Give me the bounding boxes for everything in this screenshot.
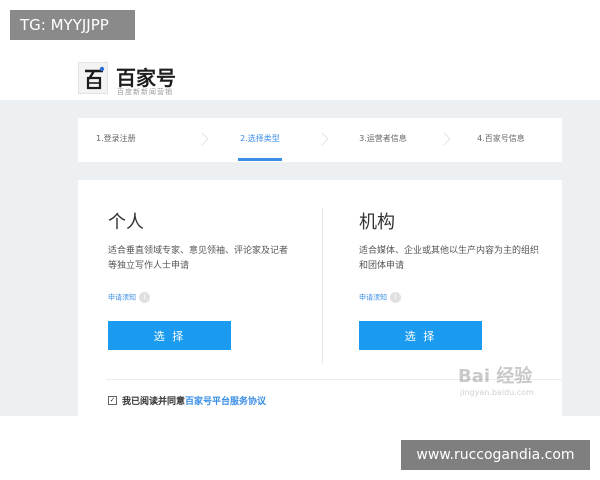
chevron-right-icon: [321, 132, 329, 146]
chevron-right-icon: [443, 132, 451, 146]
agreement-text: 我已阅读并同意: [122, 397, 186, 407]
bottom-tag: www.ruccogandia.com: [401, 440, 590, 470]
apply-note-label[interactable]: 申请须知: [359, 294, 387, 302]
steps-bar: 1.登录注册 2.选择类型 3.运营者信息 4.百家号信息: [78, 118, 562, 162]
agreement-checkbox[interactable]: ✓: [108, 396, 117, 405]
baijiahao-logo-icon: [78, 62, 108, 94]
column-divider: [322, 208, 323, 364]
personal-title: 个人: [108, 212, 144, 233]
apply-note-label[interactable]: 申请须知: [108, 294, 136, 302]
step-4: 4.百家号信息: [477, 134, 525, 143]
info-icon[interactable]: i: [139, 292, 150, 303]
watermark-url: jingyan.baidu.com: [460, 388, 534, 397]
agreement-link[interactable]: 百家号平台服务协议: [185, 397, 266, 407]
org-title: 机构: [359, 212, 395, 233]
personal-apply-note[interactable]: 申请须知 i: [108, 292, 150, 303]
step-1: 1.登录注册: [96, 134, 136, 143]
org-description: 适合媒体、企业或其他以生产内容为主的组织和团体申请: [359, 246, 540, 271]
agreement-row: ✓ 我已阅读并同意百家号平台服务协议: [108, 394, 266, 407]
step-2: 2.选择类型: [240, 134, 280, 143]
active-step-indicator: [238, 158, 282, 161]
select-org-button[interactable]: 选 择: [359, 321, 482, 350]
info-icon[interactable]: i: [390, 292, 401, 303]
step-3: 3.运营者信息: [359, 134, 407, 143]
chevron-right-icon: [201, 132, 209, 146]
select-personal-button[interactable]: 选 择: [108, 321, 231, 350]
page: TG: MYYJJPP 百家号 百度新新闻营销 1.登录注册 2.选择类型 3.…: [0, 0, 600, 480]
org-apply-note[interactable]: 申请须知 i: [359, 292, 401, 303]
logo-slogan: 百度新新闻营销: [117, 88, 173, 96]
personal-description: 适合垂直领域专家、意见领袖、评论家及记者等独立写作人士申请: [108, 246, 289, 271]
watermark-title: Bai 经验: [458, 366, 533, 387]
baidu-jingyan-watermark: Bai 经验 jingyan.baidu.com: [458, 352, 578, 402]
top-tag: TG: MYYJJPP: [10, 10, 135, 40]
